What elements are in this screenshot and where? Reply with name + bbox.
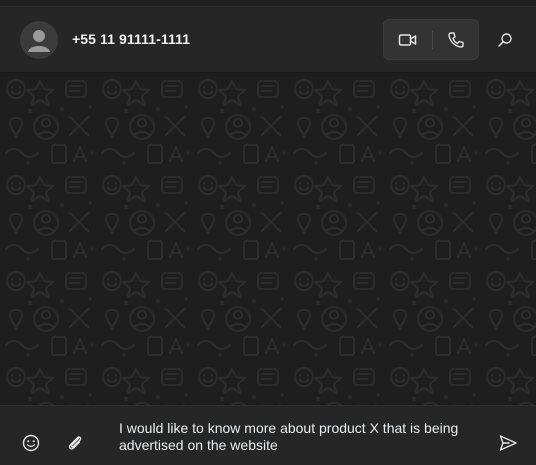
attach-button[interactable] — [62, 430, 88, 456]
person-icon — [28, 30, 50, 52]
emoji-button[interactable] — [18, 430, 44, 456]
video-call-button[interactable] — [384, 20, 432, 59]
search-button[interactable] — [490, 25, 520, 55]
contact-name[interactable]: +55 11 91111-1111 — [72, 31, 190, 47]
emoji-icon — [22, 434, 40, 452]
message-composer: I would like to know more about product … — [0, 405, 536, 465]
contact-avatar[interactable] — [20, 21, 58, 59]
search-icon — [498, 33, 512, 47]
message-input[interactable]: I would like to know more about product … — [119, 420, 479, 456]
send-icon — [499, 435, 517, 451]
voice-call-button[interactable] — [433, 20, 479, 59]
call-button-group — [383, 19, 479, 60]
doodle-wallpaper — [0, 73, 536, 405]
video-camera-icon — [398, 33, 417, 46]
chat-background — [0, 73, 536, 405]
chat-header: +55 11 91111-1111 — [0, 7, 536, 73]
send-button[interactable] — [494, 429, 522, 457]
phone-icon — [448, 31, 464, 48]
paperclip-icon — [68, 436, 82, 450]
window-top-strip — [0, 0, 536, 7]
